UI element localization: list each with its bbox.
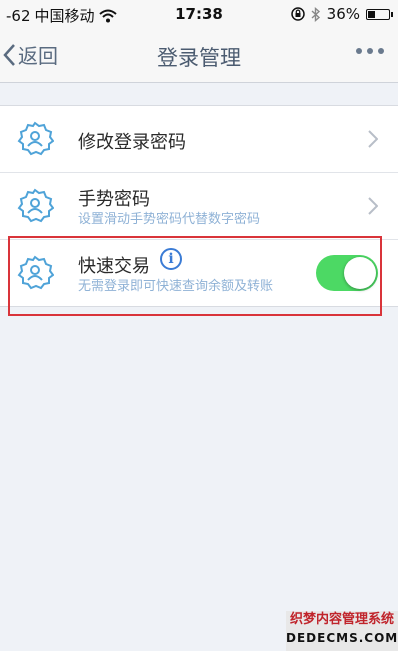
setting-gesture-password[interactable]: 手势密码 设置滑动手势密码代替数字密码 — [0, 173, 398, 240]
header: -62 中国移动 17:38 36% 返回 登录管理 — [0, 0, 398, 83]
more-dot-icon — [378, 48, 384, 54]
setting-title: 修改登录密码 — [78, 132, 186, 153]
watermark-line2: DEDECMS.COM — [286, 631, 398, 645]
watermark: 织梦内容管理系统 DEDECMS.COM — [286, 611, 398, 651]
watermark-line1: 织梦内容管理系统 — [289, 612, 394, 627]
more-dot-icon — [367, 48, 373, 54]
page-title: 登录管理 — [157, 46, 241, 70]
more-dot-icon — [356, 48, 362, 54]
quick-trade-toggle[interactable] — [316, 255, 378, 291]
status-bar: -62 中国移动 17:38 36% — [0, 0, 398, 30]
chevron-right-icon — [368, 197, 378, 215]
more-button[interactable] — [356, 48, 384, 54]
bluetooth-icon — [311, 6, 320, 22]
status-right: 36% — [290, 5, 393, 23]
chevron-right-icon — [368, 130, 378, 148]
battery-level — [368, 10, 375, 18]
rotation-lock-icon — [290, 7, 305, 21]
battery-icon — [366, 8, 393, 20]
battery-percent: 36% — [326, 5, 360, 23]
settings-list: 修改登录密码 手势密码 设置滑动手势密码代替数字密码 快速交易 i 无需登录即可… — [0, 105, 398, 307]
gear-user-icon — [17, 121, 54, 156]
info-icon[interactable]: i — [160, 248, 182, 270]
setting-change-password[interactable]: 修改登录密码 — [0, 106, 398, 173]
setting-subtitle: 无需登录即可快速查询余额及转账 — [78, 279, 274, 294]
setting-quick-trade: 快速交易 i 无需登录即可快速查询余额及转账 — [0, 240, 398, 306]
nav-bar: 返回 登录管理 — [0, 30, 398, 82]
setting-subtitle: 设置滑动手势密码代替数字密码 — [78, 212, 261, 227]
gear-user-icon — [17, 255, 54, 290]
toggle-knob — [344, 257, 376, 289]
gear-user-icon — [17, 188, 54, 223]
